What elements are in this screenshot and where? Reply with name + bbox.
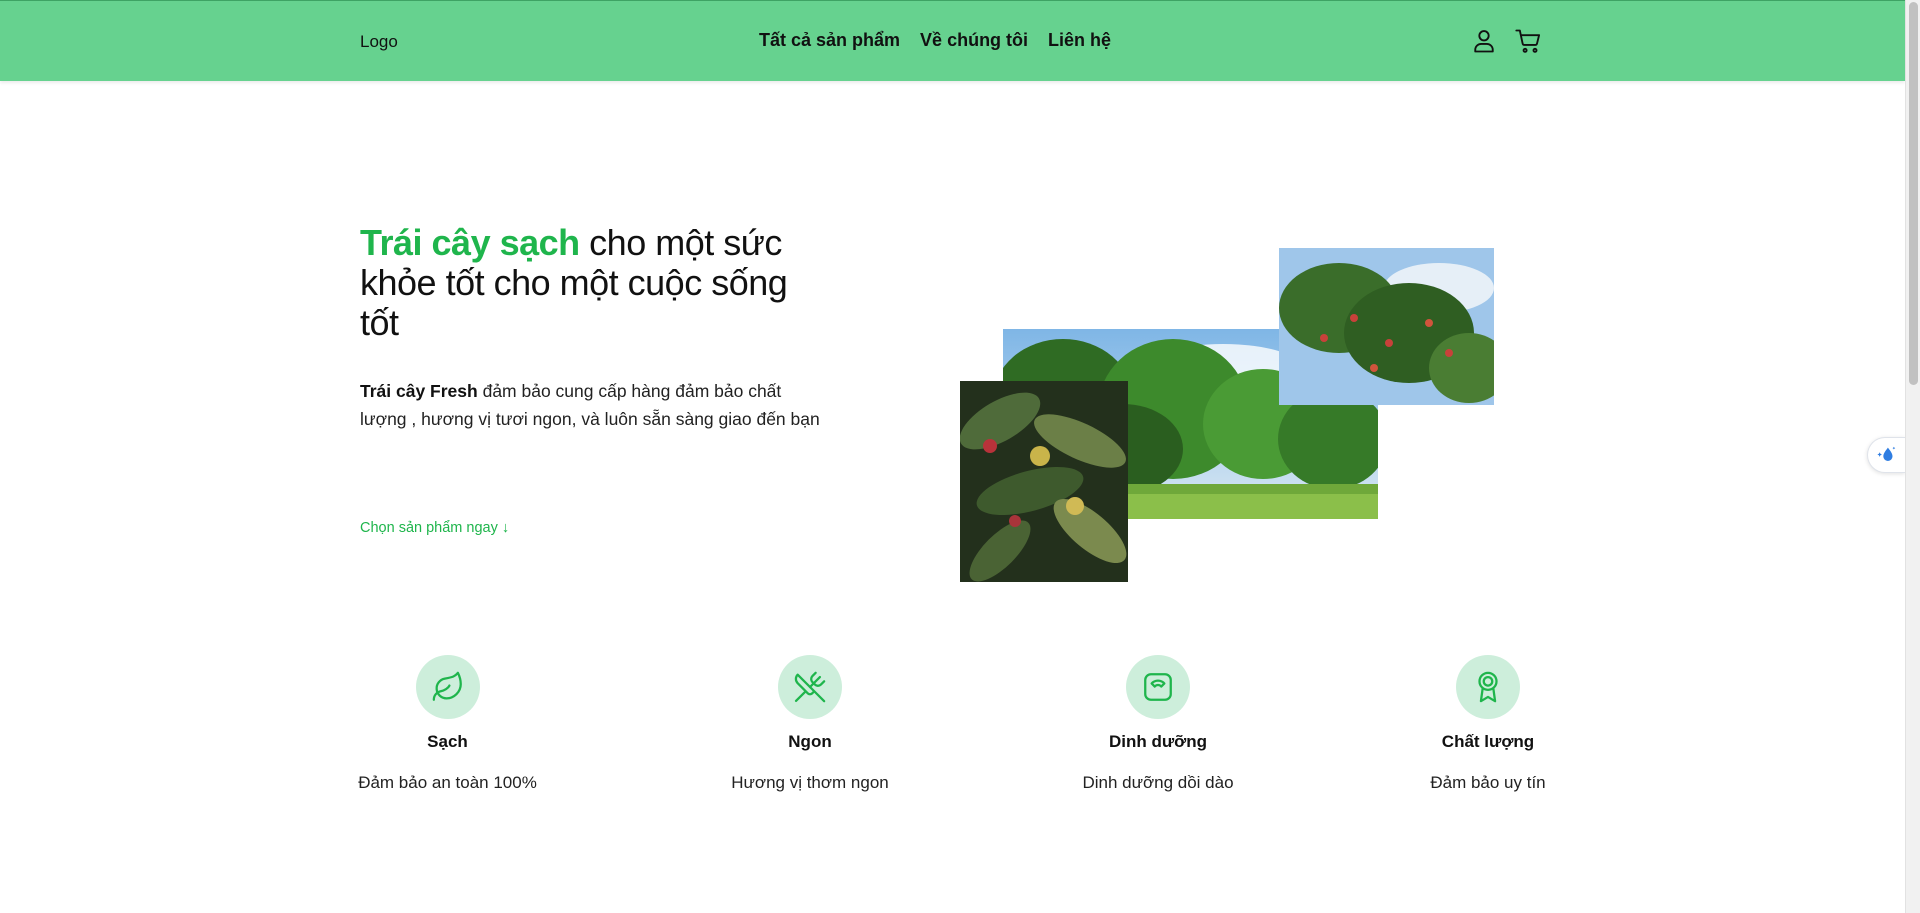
feature-icon-circle [778, 655, 842, 719]
user-icon[interactable] [1470, 27, 1498, 55]
vertical-scrollbar[interactable] [1905, 0, 1920, 913]
leaf-icon [432, 671, 462, 701]
floating-widget-tab[interactable] [1867, 437, 1905, 473]
feature-title: Dinh dưỡng [1108, 732, 1208, 751]
main-nav: Tất cả sản phẩm Về chúng tôi Liên hệ [759, 30, 1111, 51]
award-icon [1478, 671, 1498, 703]
feature-title: Ngon [788, 732, 832, 751]
droplet-sparkle-icon [1876, 446, 1895, 461]
scale-icon [1144, 673, 1172, 701]
utensils-icon [794, 671, 826, 703]
feature-title: Sạch [427, 732, 468, 751]
brand-name: Trái cây Fresh [360, 381, 478, 401]
hero-description: Trái cây Fresh đảm bảo cung cấp hàng đảm… [360, 377, 830, 433]
hero-title-accent: Trái cây sạch [360, 222, 580, 263]
shop-now-link[interactable]: Chọn sản phẩm ngay ↓ [360, 520, 509, 536]
fruit-closeup-photo [960, 381, 1128, 582]
feature-quality: Chất lượng Đảm bảo uy tín [1420, 655, 1556, 793]
header-actions [1470, 27, 1542, 55]
feature-description: Hương vị thơm ngon [731, 773, 889, 792]
top-navbar: Logo Tất cả sản phẩm Về chúng tôi Liên h… [0, 0, 1905, 81]
feature-tasty: Ngon Hương vị thơm ngon [730, 655, 890, 793]
nav-all-products[interactable]: Tất cả sản phẩm [759, 30, 900, 51]
hero-title: Trái cây sạch cho một sức khỏe tốt cho m… [360, 223, 830, 343]
cart-icon[interactable] [1514, 27, 1542, 55]
feature-nutrition: Dinh dưỡng Dinh dưỡng dồi dào [1078, 655, 1238, 793]
logo[interactable]: Logo [360, 32, 398, 52]
feature-icon-circle [1456, 655, 1520, 719]
feature-description: Đảm bảo uy tín [1430, 773, 1546, 792]
fruit-tree-photo [1279, 248, 1494, 405]
feature-icon-circle [415, 655, 480, 719]
feature-clean: Sạch Đảm bảo an toàn 100% [358, 655, 537, 793]
nav-about-us[interactable]: Về chúng tôi [920, 30, 1028, 51]
scrollbar-thumb[interactable] [1909, 2, 1918, 385]
feature-description: Dinh dưỡng dồi dào [1082, 773, 1234, 792]
feature-title: Chất lượng [1441, 732, 1535, 751]
feature-icon-circle [1126, 655, 1190, 719]
feature-description: Đảm bảo an toàn 100% [358, 773, 537, 792]
nav-contact[interactable]: Liên hệ [1048, 30, 1111, 51]
